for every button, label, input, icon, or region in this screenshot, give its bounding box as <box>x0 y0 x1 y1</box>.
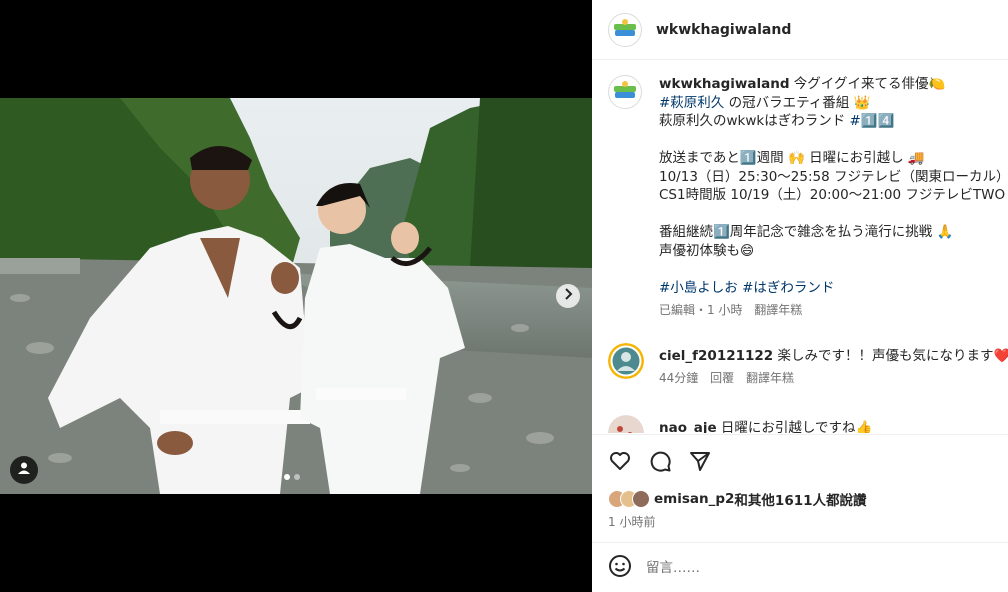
hashtag-link[interactable]: #萩原利久 <box>659 95 724 111</box>
comment-meta: 44分鐘 回覆 翻譯年糕 <box>659 369 999 387</box>
comment-text: 楽しみです！！声優も気になります❤️ <box>773 348 1008 364</box>
hashtag-link[interactable]: #1️⃣4️⃣ <box>850 113 895 129</box>
hashtag-links[interactable]: #小島よしお #はぎわランド <box>659 280 834 296</box>
likes-count-text[interactable]: 和其他1611人都說讚 <box>734 489 866 509</box>
post-actions: emisan_p2 和其他1611人都說讚 1 小時前 <box>592 434 1008 542</box>
post-header: wkwkhagiwaland <box>592 0 1008 60</box>
comment-body: nao_aje 日曜にお引越しですね👍 <box>659 419 999 433</box>
heart-icon[interactable] <box>608 449 632 473</box>
add-comment-bar <box>592 542 1008 592</box>
comment-body: ciel_f20121122 楽しみです！！声優も気になります❤️ 44分鐘 回… <box>659 347 1008 387</box>
likes-summary[interactable]: emisan_p2 和其他1611人都說讚 <box>608 489 867 509</box>
carousel-dot <box>284 474 290 480</box>
post-side-panel: wkwkhagiwaland wkwkhagiwaland 今グイグイ来てる俳優… <box>592 0 1008 592</box>
caption-line-2: の冠バラエティ番組 👑 <box>724 94 871 111</box>
caption-line-4: 放送まであと1️⃣週間 🙌 日曜にお引越し 🚚 <box>659 150 925 166</box>
post-media <box>0 0 592 592</box>
comment-time: 44分鐘 <box>659 371 699 385</box>
comment-text: 日曜にお引越しですね👍 <box>716 420 873 433</box>
next-photo-button[interactable] <box>556 284 580 308</box>
comment-icon[interactable] <box>648 449 672 473</box>
caption-line-5: 10/13（日）25:30～25:58 フジテレビ（関東ローカル） <box>659 168 1008 185</box>
post-photo <box>0 98 592 494</box>
caption-edited-time: 已編輯・1 小時 <box>659 303 743 317</box>
caption-text: wkwkhagiwaland 今グイグイ来てる俳優🍋 #萩原利久 の冠バラエティ… <box>659 75 1008 320</box>
commenter-username[interactable]: nao_aje <box>659 420 717 433</box>
comments-scroll-area[interactable]: wkwkhagiwaland 今グイグイ来てる俳優🍋 #萩原利久 の冠バラエティ… <box>592 61 1008 433</box>
caption-meta: 已編輯・1 小時 翻譯年糕 <box>659 301 999 320</box>
liker-avatar <box>632 490 650 508</box>
carousel-indicator <box>284 474 300 480</box>
caption-line-8: 声優初体験も😄 <box>659 242 755 259</box>
action-icons <box>608 449 712 473</box>
comment-translate-link[interactable]: 翻譯年糕 <box>746 371 794 385</box>
caption-translate-link[interactable]: 翻譯年糕 <box>754 303 802 317</box>
commenter-avatar[interactable] <box>608 343 644 379</box>
send-icon[interactable] <box>688 449 712 473</box>
caption-author-avatar[interactable] <box>608 75 642 109</box>
caption-line-1: 今グイグイ来てる俳優🍋 <box>789 76 946 92</box>
reply-button[interactable]: 回覆 <box>710 371 734 385</box>
user-tag-icon <box>17 461 31 479</box>
commenter-username[interactable]: ciel_f20121122 <box>659 348 773 364</box>
liker-avatars <box>608 490 650 508</box>
comment-input[interactable] <box>646 559 946 576</box>
emoji-icon[interactable] <box>608 554 632 582</box>
commenter-avatar[interactable] <box>608 415 644 433</box>
caption-line-6: CS1時間版 10/19（土）20:00～21:00 フジテレビTWO <box>659 187 1006 203</box>
caption-username[interactable]: wkwkhagiwaland <box>659 76 790 92</box>
chevron-right-icon <box>563 288 573 304</box>
instagram-post-dialog: wkwkhagiwaland wkwkhagiwaland 今グイグイ来てる俳優… <box>0 0 1008 592</box>
caption-line-3: 萩原利久のwkwkはぎわランド <box>659 113 850 129</box>
tagged-users-button[interactable] <box>10 456 38 484</box>
author-avatar[interactable] <box>608 12 642 47</box>
liker-username[interactable]: emisan_p2 <box>654 491 734 507</box>
carousel-dot <box>294 474 300 480</box>
caption-line-7: 番組継続1️⃣周年記念で雑念を払う滝行に挑戦 🙏 <box>659 224 954 240</box>
post-time[interactable]: 1 小時前 <box>608 513 655 530</box>
author-username[interactable]: wkwkhagiwaland <box>656 22 791 38</box>
